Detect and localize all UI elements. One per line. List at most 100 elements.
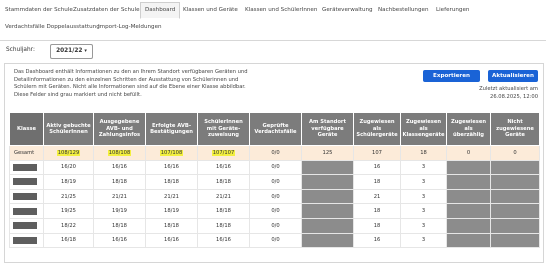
cell-verdacht: 0/0 — [249, 203, 302, 219]
cell-avb-best: 18/18 — [145, 217, 198, 234]
cell-aktiv: 16/20 — [43, 159, 94, 176]
last-updated-label: Zuletzt aktualisiert am — [479, 86, 538, 92]
tab-klassen-schueler[interactable]: Klassen und SchülerInnen — [243, 6, 319, 14]
total-avb-best-value: 107/108 — [159, 149, 184, 156]
table-row[interactable]: 16/20 16/16 16/16 16/16 0/0 16 3 — [9, 159, 540, 176]
cell-avb-best: 16/16 — [145, 159, 198, 176]
cell-schueler: 21 — [353, 188, 401, 205]
cell-disabled — [446, 188, 491, 205]
cell-zuweisung: 18/18 — [197, 203, 250, 219]
total-verfuegbar: 125 — [301, 145, 354, 161]
cell-verdacht: 0/0 — [249, 232, 302, 249]
redacted-class-name — [9, 232, 44, 249]
chevron-down-icon: ▾ — [84, 48, 87, 54]
total-klasse: Gesamt — [9, 145, 44, 161]
cell-verdacht: 0/0 — [249, 174, 302, 190]
col-header-aktiv: Aktiv gebuchte SchülerInnen — [43, 112, 94, 146]
total-ueberzaehlig: 0 — [446, 145, 491, 161]
school-year-select[interactable]: 2021/22 ▾ — [50, 44, 93, 59]
cell-schueler: 18 — [353, 203, 401, 219]
cell-klasse-geraete: 3 — [400, 217, 447, 234]
cell-avb-best: 18/18 — [145, 174, 198, 190]
tab-nachbestellungen[interactable]: Nachbestellungen — [376, 6, 431, 14]
cell-zuweisung: 18/18 — [197, 174, 250, 190]
total-verdacht: 0/0 — [249, 145, 302, 161]
cell-disabled — [301, 232, 354, 249]
table-row[interactable]: 16/18 16/16 16/16 16/16 0/0 16 3 — [9, 232, 540, 249]
tab-geraeteverwaltung[interactable]: Geräteverwaltung — [320, 6, 375, 14]
cell-aktiv: 16/18 — [43, 232, 94, 249]
cell-schueler: 16 — [353, 232, 401, 249]
total-nicht: 0 — [490, 145, 540, 161]
redacted-class-name — [9, 159, 44, 176]
export-button[interactable]: Exportieren — [423, 70, 480, 82]
total-zuweisung-value: 107/107 — [211, 149, 236, 156]
cell-disabled — [301, 174, 354, 190]
redacted-class-name — [9, 188, 44, 205]
cell-disabled — [490, 159, 540, 176]
cell-avb-best: 21/21 — [145, 188, 198, 205]
cell-disabled — [446, 159, 491, 176]
cell-avb-info: 18/18 — [93, 174, 146, 190]
cell-disabled — [490, 217, 540, 234]
cell-aktiv: 21/25 — [43, 188, 94, 205]
col-header-klasse: Klasse — [9, 112, 44, 146]
cell-avb-best: 16/16 — [145, 232, 198, 249]
total-klasse-geraete: 18 — [400, 145, 447, 161]
col-header-avb-best: Erfolgte AVB-Bestätigungen — [145, 112, 198, 146]
cell-schueler: 16 — [353, 159, 401, 176]
total-aktiv-value: 108/129 — [56, 149, 81, 156]
tab-klassen-geraete[interactable]: Klassen und Geräte — [181, 6, 240, 14]
col-header-verfuegbar: Am Standort verfügbare Geräte — [301, 112, 354, 146]
cell-disabled — [446, 217, 491, 234]
tab-stammdaten[interactable]: Stammdaten der Schule — [3, 6, 75, 14]
tab-dashboard[interactable]: Dashboard — [140, 2, 181, 19]
refresh-button[interactable]: Aktualisieren — [488, 70, 538, 82]
cell-klasse-geraete: 3 — [400, 188, 447, 205]
cell-verdacht: 0/0 — [249, 188, 302, 205]
col-header-nicht: Nicht zugewiesene Geräte — [490, 112, 540, 146]
cell-avb-info: 19/19 — [93, 203, 146, 219]
cell-disabled — [301, 217, 354, 234]
cell-disabled — [301, 188, 354, 205]
dashboard-table: Klasse Aktiv gebuchte SchülerInnen Ausge… — [9, 112, 540, 249]
cell-disabled — [446, 203, 491, 219]
cell-avb-info: 18/18 — [93, 217, 146, 234]
table-row[interactable]: 19/25 19/19 18/19 18/18 0/0 18 3 — [9, 203, 540, 219]
cell-aktiv: 18/22 — [43, 217, 94, 234]
cell-klasse-geraete: 3 — [400, 232, 447, 249]
dashboard-panel: Das Dashboard enthält Informationen zu d… — [4, 63, 544, 263]
school-year-value: 2021/22 — [56, 48, 83, 54]
col-header-verdacht: Geprüfte Verdachtsfälle — [249, 112, 302, 146]
col-header-avb-info: Ausgegebene AVB- und Zahlungsinfos — [93, 112, 146, 146]
tab-import-log[interactable]: Import-Log-Meldungen — [96, 23, 164, 31]
col-header-zuweisung: SchülerInnen mit Geräte-zuweisung — [197, 112, 250, 146]
cell-verdacht: 0/0 — [249, 217, 302, 234]
total-avb-info-value: 108/108 — [107, 149, 132, 156]
redacted-class-name — [9, 217, 44, 234]
cell-aktiv: 19/25 — [43, 203, 94, 219]
redacted-class-name — [9, 203, 44, 219]
table-row[interactable]: 18/22 18/18 18/18 18/18 0/0 18 3 — [9, 217, 540, 234]
tab-zusatzdaten[interactable]: Zusatzdaten der Schule — [71, 6, 142, 14]
table-row[interactable]: 21/25 21/21 21/21 21/21 0/0 21 3 — [9, 188, 540, 205]
total-schueler: 107 — [353, 145, 401, 161]
school-year-label: Schuljahr: — [6, 47, 35, 53]
cell-schueler: 18 — [353, 217, 401, 234]
last-updated-value: 26.08.2025, 12:00 — [490, 93, 538, 100]
cell-aktiv: 18/19 — [43, 174, 94, 190]
cell-disabled — [301, 159, 354, 176]
cell-disabled — [446, 174, 491, 190]
cell-disabled — [301, 203, 354, 219]
tab-lieferungen[interactable]: Lieferungen — [434, 6, 471, 14]
cell-avb-info: 21/21 — [93, 188, 146, 205]
cell-zuweisung: 21/21 — [197, 188, 250, 205]
cell-klasse-geraete: 3 — [400, 159, 447, 176]
cell-klasse-geraete: 3 — [400, 174, 447, 190]
table-row[interactable]: 18/19 18/18 18/18 18/18 0/0 18 3 — [9, 174, 540, 190]
total-avb-info: 108/108 — [93, 145, 146, 161]
tab-verdachtsfaelle[interactable]: Verdachtsfälle Doppelausstattung — [3, 23, 102, 31]
cell-zuweisung: 16/16 — [197, 159, 250, 176]
total-avb-best: 107/108 — [145, 145, 198, 161]
redacted-class-name — [9, 174, 44, 190]
